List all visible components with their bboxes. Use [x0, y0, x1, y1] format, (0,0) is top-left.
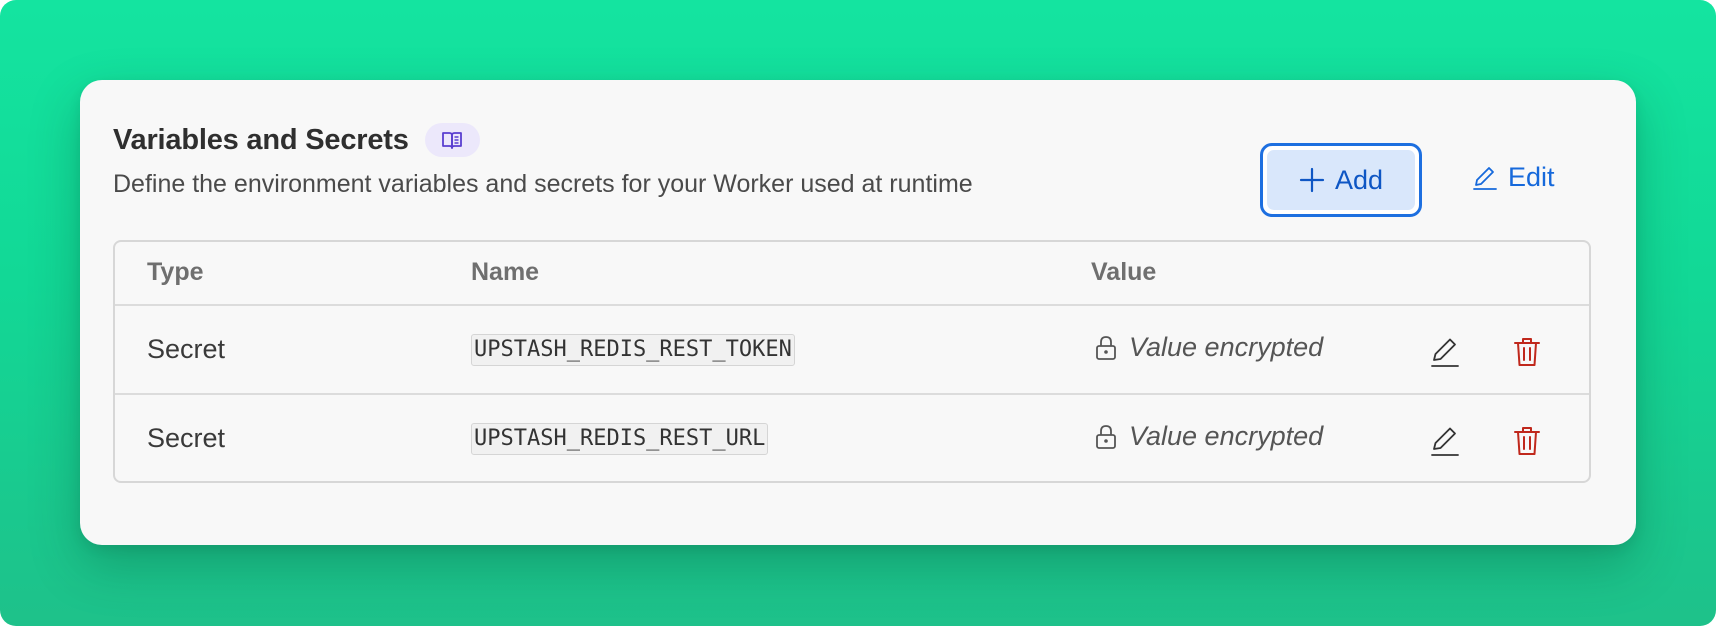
- card-description: Define the environment variables and sec…: [113, 170, 973, 198]
- pencil-icon: [1431, 427, 1459, 456]
- add-button-label: Add: [1334, 164, 1384, 195]
- row-value: Value encrypted: [1095, 421, 1323, 452]
- table-row: Secret UPSTASH_REDIS_REST_URL Value encr…: [115, 395, 1589, 481]
- table-header: Type Name Value: [115, 242, 1589, 306]
- trash-icon: [1514, 427, 1540, 455]
- pencil-icon: [1473, 166, 1497, 190]
- edit-row-button[interactable]: [1425, 421, 1465, 461]
- edit-button-label: Edit: [1508, 162, 1555, 192]
- row-value-text: Value encrypted: [1129, 332, 1324, 362]
- table-row: Secret UPSTASH_REDIS_REST_TOKEN Value en…: [115, 306, 1589, 395]
- book-open-icon: [442, 132, 463, 149]
- variables-table: Type Name Value Secret UPSTASH_REDIS_RES…: [113, 240, 1591, 483]
- card-title: Variables and Secrets: [113, 123, 409, 156]
- pencil-icon: [1431, 338, 1459, 367]
- trash-icon: [1514, 338, 1540, 366]
- column-header-value: Value: [1091, 258, 1157, 286]
- delete-row-button[interactable]: [1507, 332, 1547, 372]
- docs-link[interactable]: [424, 123, 480, 157]
- row-type: Secret: [147, 334, 226, 364]
- delete-row-button[interactable]: [1507, 421, 1547, 461]
- plus-icon: [1299, 167, 1325, 193]
- row-name: UPSTASH_REDIS_REST_URL: [471, 423, 769, 455]
- column-header-type: Type: [147, 258, 204, 286]
- row-name: UPSTASH_REDIS_REST_TOKEN: [471, 334, 795, 366]
- edit-row-button[interactable]: [1425, 332, 1465, 372]
- variables-card: Variables and Secrets Define the environ…: [80, 80, 1636, 545]
- lock-icon: [1096, 424, 1116, 449]
- row-type: Secret: [147, 423, 226, 453]
- row-value: Value encrypted: [1095, 332, 1323, 363]
- edit-button[interactable]: Edit: [1472, 162, 1555, 193]
- column-header-name: Name: [471, 258, 540, 286]
- card-header: Variables and Secrets: [113, 123, 480, 157]
- row-value-text: Value encrypted: [1129, 421, 1324, 451]
- lock-icon: [1096, 335, 1116, 360]
- add-button[interactable]: Add: [1260, 143, 1422, 217]
